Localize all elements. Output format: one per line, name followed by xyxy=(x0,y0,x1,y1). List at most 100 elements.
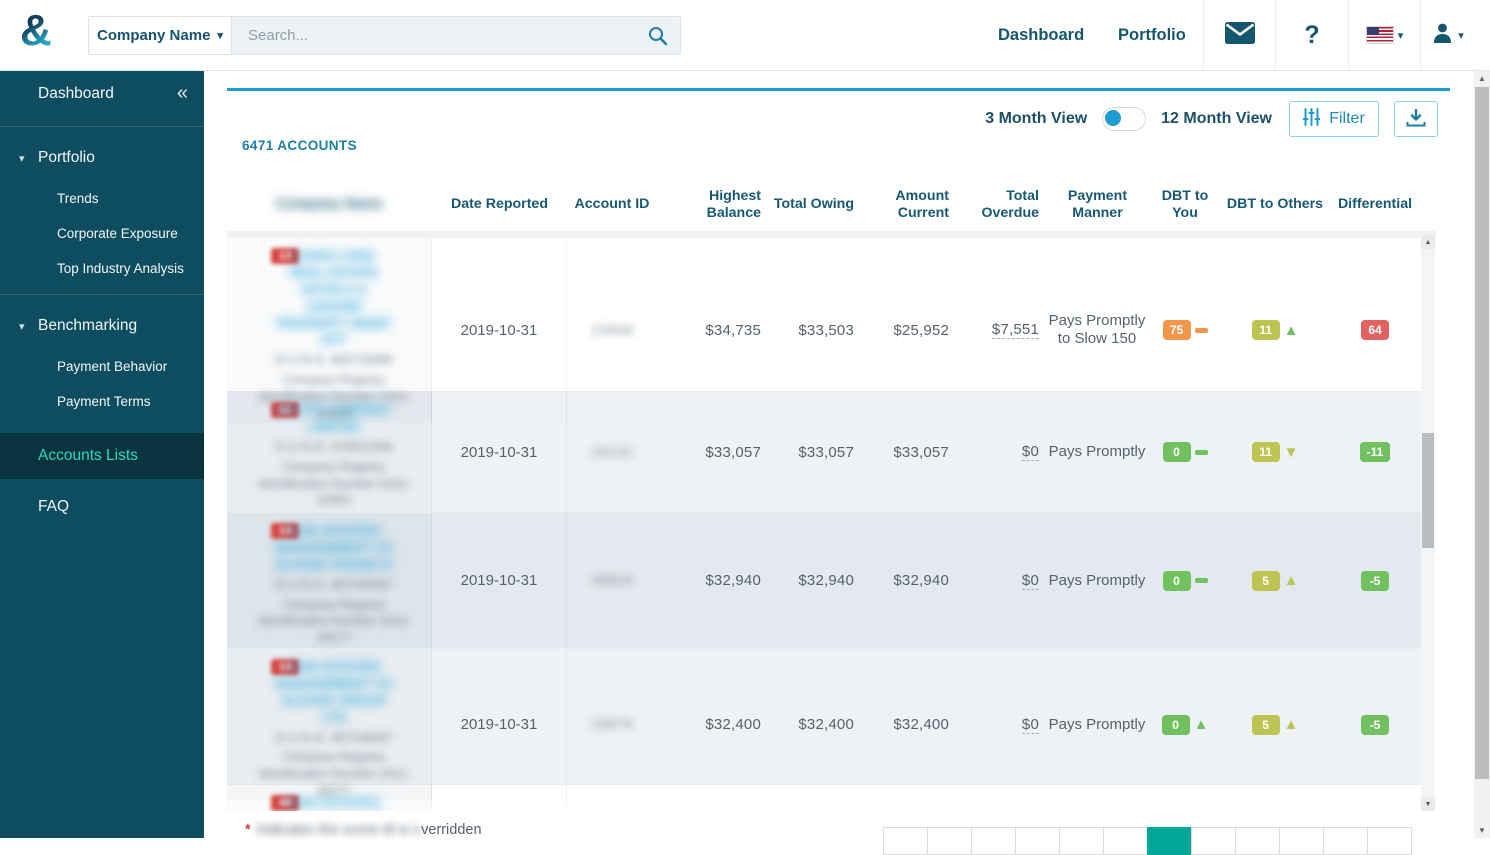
chevron-down-icon: ▾ xyxy=(217,30,223,42)
company-name-link[interactable]: KING ESTATES MANAGEMENT CO SLOVAK PHASE … xyxy=(275,523,393,574)
view-toggle-switch[interactable] xyxy=(1102,107,1147,131)
sidebar-item-benchmarking[interactable]: ▾ Benchmarking xyxy=(0,303,204,349)
date-reported-value: 2019-10-31 xyxy=(432,649,567,800)
messages-button[interactable] xyxy=(1203,0,1276,70)
total-overdue-link[interactable]: $7,551 xyxy=(991,321,1039,340)
table-row[interactable]: 11 GROVE COMPANY LIMITED D-U-N-S: 479021… xyxy=(227,392,1421,513)
highest-balance-value: $32,400 xyxy=(705,716,761,734)
page-button[interactable] xyxy=(883,827,928,855)
table-row[interactable]: 13 DANIA LONG REAL ESTATE HOTELS & LEISU… xyxy=(227,238,1421,423)
page-scrollbar[interactable]: ▲ ▼ xyxy=(1474,70,1490,838)
sidebar-item-accounts-lists[interactable]: Accounts Lists xyxy=(0,433,204,479)
search-icon[interactable] xyxy=(647,25,668,51)
app-root: & Company Name ▾ Dashboard Portfolio xyxy=(0,0,1490,855)
scroll-down-arrow[interactable]: ▼ xyxy=(1421,797,1435,811)
col-header-highest-balance[interactable]: Highest Balance xyxy=(657,188,767,221)
total-overdue-link[interactable]: $0 xyxy=(1021,716,1039,734)
trend-icon xyxy=(1284,322,1299,339)
sidebar-item-portfolio[interactable]: ▾ Portfolio xyxy=(0,135,204,181)
total-overdue-cell: $0 xyxy=(955,513,1045,648)
page-scroll-down-arrow[interactable]: ▼ xyxy=(1474,822,1490,838)
chevron-down-icon: ▾ xyxy=(19,153,25,165)
nav-portfolio[interactable]: Portfolio xyxy=(1118,0,1186,70)
download-button[interactable] xyxy=(1394,101,1438,137)
search-type-dropdown[interactable]: Company Name ▾ xyxy=(89,17,232,54)
table-scrollbar-thumb[interactable] xyxy=(1422,433,1434,548)
table-row[interactable]: 49 KING ESTATES, xyxy=(227,785,1421,811)
col-header-total-overdue[interactable]: Total Overdue xyxy=(955,188,1045,221)
col-header-payment-manner[interactable]: Payment Manner xyxy=(1045,188,1150,221)
company-name-link[interactable]: DANIA LONG REAL ESTATE HOTELS & LEISURE … xyxy=(275,248,393,349)
company-name-link[interactable]: GROVE COMPANY LIMITED xyxy=(275,402,393,436)
page-button[interactable] xyxy=(1015,827,1060,855)
asterisk-marker: * xyxy=(245,822,251,838)
search-type-label: Company Name xyxy=(97,27,211,44)
col-header-dbt-to-others[interactable]: DBT to Others xyxy=(1220,196,1330,212)
account-id-value: 33879 xyxy=(591,716,633,734)
total-owing-value: $33,057 xyxy=(798,443,854,461)
company-name-link[interactable]: KING ESTATES MANAGEMENT CO SLOVAK GROUP … xyxy=(275,659,393,727)
chevron-down-icon: ▾ xyxy=(1458,29,1464,42)
total-overdue-link[interactable]: $0 xyxy=(1021,572,1039,590)
table-row[interactable]: 13 KING ESTATES MANAGEMENT CO SLOVAK GRO… xyxy=(227,649,1421,801)
us-flag-icon xyxy=(1366,27,1393,43)
dbt-to-others-cell: 5 xyxy=(1220,513,1330,648)
page-button[interactable] xyxy=(1059,827,1104,855)
col-header-date-reported[interactable]: Date Reported xyxy=(432,196,567,212)
differential-cell: -5 xyxy=(1330,649,1420,800)
page-scroll-up-arrow[interactable]: ▲ xyxy=(1474,70,1490,86)
page-button[interactable] xyxy=(927,827,972,855)
sidebar-item-payment-behavior[interactable]: Payment Behavior xyxy=(0,349,204,384)
user-menu[interactable]: ▾ xyxy=(1420,0,1475,70)
sidebar-item-top-industry-analysis[interactable]: Top Industry Analysis xyxy=(0,251,204,286)
sidebar-item-trends[interactable]: Trends xyxy=(0,181,204,216)
divider xyxy=(0,126,204,127)
sidebar-item-payment-terms[interactable]: Payment Terms xyxy=(0,384,204,419)
nav-dashboard[interactable]: Dashboard xyxy=(998,0,1084,70)
col-header-amount-current[interactable]: Amount Current xyxy=(860,188,955,221)
page-button[interactable] xyxy=(1191,827,1236,855)
filter-button[interactable]: Filter xyxy=(1289,101,1379,137)
col-header-differential[interactable]: Differential xyxy=(1330,196,1420,212)
col-header-company-name[interactable]: Company Name xyxy=(227,196,432,212)
col-header-account-id[interactable]: Account ID xyxy=(567,196,657,212)
scroll-up-arrow[interactable]: ▲ xyxy=(1421,235,1435,249)
dbt-to-you-badge: 0 xyxy=(1161,714,1190,735)
table-body: 13 DANIA LONG REAL ESTATE HOTELS & LEISU… xyxy=(227,238,1421,811)
page-button[interactable] xyxy=(1367,827,1412,855)
twelve-month-view-label[interactable]: 12 Month View xyxy=(1161,110,1272,128)
search-input[interactable] xyxy=(246,26,640,45)
page-button[interactable] xyxy=(1323,827,1368,855)
company-cell: 13 KING ESTATES MANAGEMENT CO SLOVAK GRO… xyxy=(227,649,432,801)
sidebar-item-faq[interactable]: FAQ xyxy=(0,483,204,531)
col-header-dbt-to-you[interactable]: DBT to You xyxy=(1150,188,1220,221)
trend-icon xyxy=(1195,450,1208,455)
total-overdue-link[interactable]: $0 xyxy=(1021,443,1039,461)
page-button[interactable] xyxy=(1279,827,1324,855)
sidebar-item-corporate-exposure[interactable]: Corporate Exposure xyxy=(0,216,204,251)
brand-logo-icon[interactable]: & xyxy=(20,6,52,56)
user-icon xyxy=(1432,22,1453,48)
accounts-table: Company Name Date Reported Account ID Hi… xyxy=(227,178,1436,811)
language-selector[interactable]: ▾ xyxy=(1348,0,1421,70)
page-button[interactable] xyxy=(1103,827,1148,855)
page-button[interactable] xyxy=(1147,827,1192,855)
page-button[interactable] xyxy=(971,827,1016,855)
table-scrollbar[interactable]: ▲ ▼ xyxy=(1421,235,1435,811)
total-overdue-cell: $0 xyxy=(955,649,1045,800)
dbt-to-others-badge: 5 xyxy=(1251,714,1280,735)
company-name-link[interactable]: KING ESTATES, xyxy=(285,795,383,811)
collapse-sidebar-icon[interactable]: « xyxy=(177,82,188,105)
page-button[interactable] xyxy=(1235,827,1280,855)
trend-icon xyxy=(1284,444,1299,461)
help-button[interactable]: ? xyxy=(1275,0,1348,70)
col-header-total-owing[interactable]: Total Owing xyxy=(767,196,860,212)
payment-manner-value: Pays Promptly xyxy=(1048,443,1146,460)
three-month-view-label[interactable]: 3 Month View xyxy=(985,110,1087,128)
toggle-knob xyxy=(1105,110,1122,126)
sidebar-item-dashboard[interactable]: Dashboard « xyxy=(0,70,204,118)
page-scrollbar-thumb[interactable] xyxy=(1475,87,1489,779)
table-row[interactable]: 13 KING ESTATES MANAGEMENT CO SLOVAK PHA… xyxy=(227,513,1421,649)
view-toolbar: 3 Month View 12 Month View Filter xyxy=(985,101,1438,137)
sidebar-nav: Dashboard « ▾ Portfolio Trends Corporate… xyxy=(0,70,204,838)
